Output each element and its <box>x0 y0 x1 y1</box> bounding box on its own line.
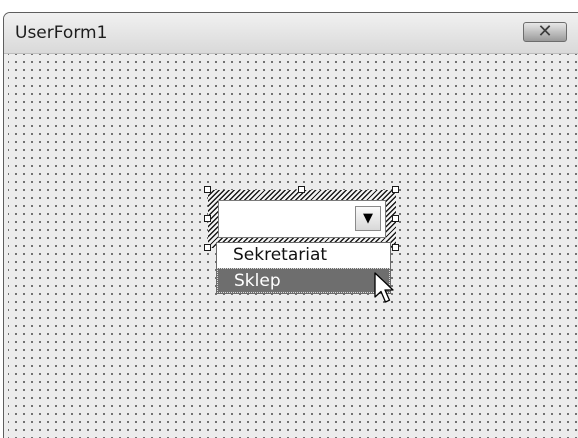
close-icon: ✕ <box>537 21 553 42</box>
resize-handle-bottom-right[interactable] <box>392 244 399 251</box>
resize-handle-top[interactable] <box>298 186 305 193</box>
resize-handle-left[interactable] <box>204 215 211 222</box>
list-item[interactable]: Sekretariat <box>217 243 390 268</box>
combobox[interactable]: ▼ <box>218 200 386 238</box>
title-bar[interactable]: UserForm1 ✕ <box>4 13 578 54</box>
resize-handle-bottom-left[interactable] <box>204 244 211 251</box>
list-item-selected[interactable]: Sklep <box>217 268 390 293</box>
resize-handle-right[interactable] <box>392 215 399 222</box>
dropdown-list: Sekretariat Sklep <box>216 242 391 294</box>
chevron-down-icon: ▼ <box>363 211 373 226</box>
close-button[interactable]: ✕ <box>523 21 567 42</box>
mouse-pointer-icon <box>374 272 394 303</box>
resize-handle-top-left[interactable] <box>204 186 211 193</box>
combobox-dropdown-button[interactable]: ▼ <box>355 206 381 231</box>
resize-handle-top-right[interactable] <box>392 186 399 193</box>
window-title: UserForm1 <box>15 23 108 43</box>
